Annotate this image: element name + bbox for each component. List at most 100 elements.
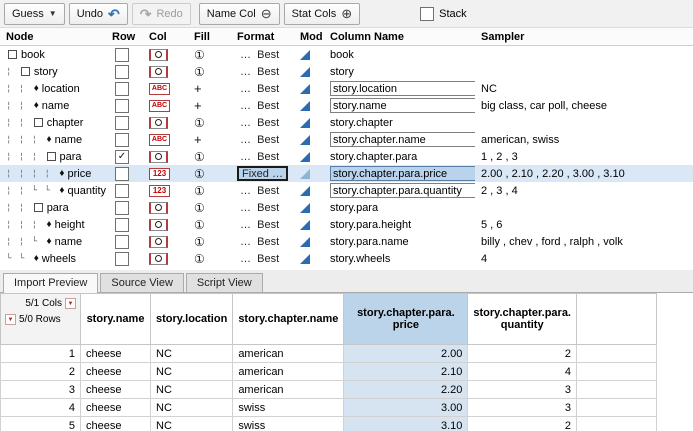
tree-row-book[interactable]: book①… Bestbook	[0, 46, 693, 63]
row-checkbox[interactable]	[115, 167, 129, 181]
tree-row-story-chapter-para-quantity[interactable]: ¦ ¦ └ └ ♦quantity123①… Best2 , 3 , 4	[0, 182, 693, 199]
character-type-icon[interactable]: ABC	[149, 134, 170, 146]
mod-flag-icon[interactable]	[300, 101, 310, 111]
numeric-type-icon[interactable]: 123	[149, 168, 170, 180]
row-checkbox[interactable]	[115, 99, 129, 113]
rows-dropdown-icon[interactable]: ▼	[5, 314, 16, 325]
fill-repeat-icon[interactable]: +	[194, 82, 202, 95]
node-cell[interactable]: ¦ ¦ ♦location	[0, 83, 106, 95]
tree-row-story-para-height[interactable]: ¦ ¦ ¦ ♦height①… Beststory.para.height5 ,…	[0, 216, 693, 233]
exclude-column-icon[interactable]	[149, 202, 168, 214]
numeric-type-icon[interactable]: 123	[149, 185, 170, 197]
exclude-column-icon[interactable]	[149, 151, 168, 163]
node-cell[interactable]: ¦ ¦ chapter	[0, 117, 106, 129]
stack-checkbox[interactable]	[420, 7, 434, 21]
node-cell[interactable]: ¦ ¦ └ ♦name	[0, 236, 106, 248]
fill-once-icon[interactable]: ①	[194, 66, 205, 78]
preview-corner[interactable]: 5/1 Cols▼▼5/0 Rows	[1, 294, 81, 345]
preview-col-header-story-chapter-para-quantity[interactable]: story.chapter.para.quantity	[468, 294, 577, 345]
exclude-column-icon[interactable]	[149, 219, 168, 231]
row-number[interactable]: 1	[1, 345, 81, 363]
mod-flag-icon[interactable]	[300, 67, 310, 77]
node-cell[interactable]: ¦ ¦ ¦ para	[0, 151, 106, 163]
fill-repeat-icon[interactable]: +	[194, 99, 202, 112]
mod-flag-icon[interactable]	[300, 118, 310, 128]
column-name-input[interactable]	[330, 183, 475, 198]
format-button[interactable]: … Best	[237, 252, 282, 265]
row-checkbox[interactable]	[115, 218, 129, 232]
tab-import-preview[interactable]: Import Preview	[3, 273, 98, 293]
tree-row-story-chapter-para-price[interactable]: ¦ ¦ ¦ ¦ ♦price123①Fixed …2.00 , 2.10 , 2…	[0, 165, 693, 182]
format-button[interactable]: … Best	[237, 48, 282, 61]
tree-row-story-chapter[interactable]: ¦ ¦ chapter①… Beststory.chapter	[0, 114, 693, 131]
guess-button[interactable]: Guess ▼	[4, 3, 65, 25]
tree-row-story-chapter-name[interactable]: ¦ ¦ ¦ ♦nameABC+… Bestamerican, swiss	[0, 131, 693, 148]
node-cell[interactable]: ¦ ¦ └ └ ♦quantity	[0, 185, 106, 197]
format-button[interactable]: … Best	[237, 116, 282, 129]
stat-cols-button[interactable]: Stat Cols ⊕	[284, 3, 361, 25]
character-type-icon[interactable]: ABC	[149, 83, 170, 95]
container-node-icon[interactable]	[21, 67, 30, 76]
tree-row-story[interactable]: ¦ story①… Beststory	[0, 63, 693, 80]
format-button[interactable]: … Best	[237, 82, 282, 95]
preview-col-header-story-chapter-name[interactable]: story.chapter.name	[233, 294, 344, 345]
row-number[interactable]: 4	[1, 399, 81, 417]
column-name-input[interactable]	[330, 98, 475, 113]
row-checkbox[interactable]: ✓	[115, 150, 129, 164]
node-cell[interactable]: book	[0, 49, 106, 61]
fill-once-icon[interactable]: ①	[194, 219, 205, 231]
fill-once-icon[interactable]: ①	[194, 236, 205, 248]
mod-flag-icon[interactable]	[300, 186, 310, 196]
mod-flag-icon[interactable]	[300, 84, 310, 94]
row-checkbox[interactable]	[115, 235, 129, 249]
redo-button[interactable]: ↷ Redo	[132, 3, 191, 25]
tree-row-story-chapter-para[interactable]: ¦ ¦ ¦ para✓①… Beststory.chapter.para1 , …	[0, 148, 693, 165]
row-number[interactable]: 2	[1, 363, 81, 381]
exclude-column-icon[interactable]	[149, 253, 168, 265]
row-checkbox[interactable]	[115, 133, 129, 147]
character-type-icon[interactable]: ABC	[149, 100, 170, 112]
fill-once-icon[interactable]: ①	[194, 185, 205, 197]
tree-row-story-name[interactable]: ¦ ¦ ♦nameABC+… Bestbig class, car poll, …	[0, 97, 693, 114]
row-checkbox[interactable]	[115, 65, 129, 79]
mod-flag-icon[interactable]	[300, 152, 310, 162]
mod-flag-icon[interactable]	[300, 237, 310, 247]
row-checkbox[interactable]	[115, 82, 129, 96]
row-checkbox[interactable]	[115, 116, 129, 130]
undo-button[interactable]: Undo ↶	[69, 3, 128, 25]
tree-row-story-para-name[interactable]: ¦ ¦ └ ♦name①… Beststory.para.namebilly ,…	[0, 233, 693, 250]
row-checkbox[interactable]	[115, 201, 129, 215]
mod-flag-icon[interactable]	[300, 254, 310, 264]
mod-flag-icon[interactable]	[300, 220, 310, 230]
node-cell[interactable]: ¦ ¦ ¦ ♦name	[0, 134, 106, 146]
column-name-input[interactable]	[330, 81, 475, 96]
row-number[interactable]: 5	[1, 417, 81, 431]
container-node-icon[interactable]	[34, 203, 43, 212]
tree-row-story-wheels[interactable]: └ └ ♦wheels①… Beststory.wheels4	[0, 250, 693, 267]
tab-script-view[interactable]: Script View	[186, 273, 263, 292]
format-button[interactable]: … Best	[237, 184, 282, 197]
row-checkbox[interactable]	[115, 184, 129, 198]
exclude-column-icon[interactable]	[149, 66, 168, 78]
fill-once-icon[interactable]: ①	[194, 253, 205, 265]
node-cell[interactable]: ¦ story	[0, 66, 106, 78]
name-col-button[interactable]: Name Col ⊖	[199, 3, 280, 25]
format-button[interactable]: … Best	[237, 99, 282, 112]
node-cell[interactable]: └ └ ♦wheels	[0, 253, 106, 265]
mod-flag-icon[interactable]	[300, 50, 310, 60]
tree-row-story-location[interactable]: ¦ ¦ ♦locationABC+… BestNC	[0, 80, 693, 97]
tab-source-view[interactable]: Source View	[100, 273, 184, 292]
fill-once-icon[interactable]: ①	[194, 168, 205, 180]
container-node-icon[interactable]	[34, 118, 43, 127]
preview-col-header-story-location[interactable]: story.location	[151, 294, 233, 345]
container-node-icon[interactable]	[8, 50, 17, 59]
format-button[interactable]: … Best	[237, 133, 282, 146]
mod-flag-icon[interactable]	[300, 169, 310, 179]
mod-flag-icon[interactable]	[300, 203, 310, 213]
node-cell[interactable]: ¦ ¦ ¦ ¦ ♦price	[0, 168, 106, 180]
row-checkbox[interactable]	[115, 252, 129, 266]
format-button[interactable]: … Best	[237, 150, 282, 163]
tree-row-story-para[interactable]: ¦ ¦ para①… Beststory.para	[0, 199, 693, 216]
format-button[interactable]: … Best	[237, 235, 282, 248]
exclude-column-icon[interactable]	[149, 49, 168, 61]
